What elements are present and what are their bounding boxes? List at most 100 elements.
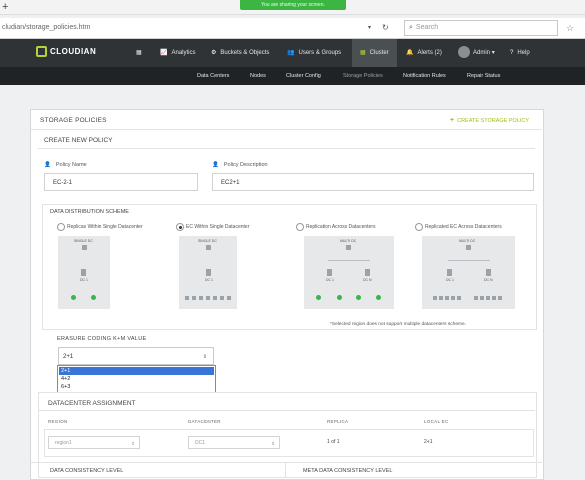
ec-fragment-icon: [457, 296, 461, 300]
radio-label-replication-across-dc[interactable]: Replication Across Datacenters: [306, 224, 375, 230]
grid-menu-icon[interactable]: ▦: [136, 39, 142, 67]
radio-replicated-ec-across-dc[interactable]: [415, 223, 423, 231]
diagram-label: DC N: [363, 278, 372, 282]
ec-fragment-icon: [227, 296, 231, 300]
replica-node-icon: [316, 295, 321, 300]
url-dropdown-icon[interactable]: ▾: [368, 21, 371, 35]
radio-replication-across-dc[interactable]: [296, 223, 304, 231]
policy-description-input[interactable]: EC2+1: [212, 173, 534, 191]
subnav-notification-rules[interactable]: Notification Rules: [403, 67, 446, 85]
diagram-ec-single-dc[interactable]: SINGLE DC DC 1: [179, 236, 237, 309]
subnav-storage-policies[interactable]: Storage Policies: [343, 67, 383, 85]
data-consistency-title: DATA CONSISTENCY LEVEL: [50, 468, 124, 474]
ec-option-2-1[interactable]: 2+1: [59, 367, 214, 375]
ec-fragment-icon: [185, 296, 189, 300]
radio-label-replicas-single-dc[interactable]: Replicas Within Single Datacenter: [67, 224, 143, 230]
nav-cluster[interactable]: ▦ Cluster: [352, 39, 397, 67]
policy-name-input[interactable]: EC-2-1: [44, 173, 198, 191]
diagram-label: SINGLE DC: [74, 239, 93, 243]
radio-label-ec-single-dc[interactable]: EC Within Single Datacenter: [186, 224, 249, 230]
column-header-replica: REPLICA: [327, 419, 349, 424]
column-header-local-ec: LOCAL EC: [424, 419, 449, 424]
replica-node-icon: [356, 295, 361, 300]
diagram-replication-across-dc[interactable]: MULTI DC DC 1 DC N: [304, 236, 394, 309]
ec-fragment-icon: [474, 296, 478, 300]
url-field[interactable]: cludian/storage_policies.htm: [2, 21, 400, 35]
server-rack-icon: [486, 269, 491, 276]
diagram-label: MULTI DC: [459, 239, 476, 243]
page-title: STORAGE POLICIES: [40, 117, 107, 124]
datacenter-select-value: DC1: [195, 440, 206, 446]
screen-share-banner: You are sharing your screen.: [240, 0, 346, 10]
replica-value: 1 of 1: [327, 439, 340, 445]
datacenter-select[interactable]: DC1 ⇕: [188, 436, 280, 449]
diagram-replicas-single-dc[interactable]: SINGLE DC DC 1: [58, 236, 110, 309]
ec-fragment-icon: [480, 296, 484, 300]
radio-ec-single-dc[interactable]: [176, 223, 184, 231]
search-placeholder: Search: [415, 24, 439, 31]
replica-node-icon: [91, 295, 96, 300]
reload-icon[interactable]: ↻: [382, 21, 389, 35]
erasure-coding-value: 2+1: [63, 354, 74, 360]
bookmark-star-icon[interactable]: ☆: [566, 21, 574, 35]
nav-alerts[interactable]: 🔔 Alerts (2): [406, 39, 442, 67]
browser-search-input[interactable]: ⌕ Search: [404, 20, 558, 36]
ec-fragment-icon: [486, 296, 490, 300]
nav-admin[interactable]: Admin ▾: [458, 39, 495, 67]
ec-fragment-icon: [433, 296, 437, 300]
ec-fragment-icon: [445, 296, 449, 300]
server-rack-icon: [327, 269, 332, 276]
subnav-nodes[interactable]: Nodes: [250, 67, 266, 85]
bell-icon: 🔔: [406, 50, 414, 56]
cloudian-logo[interactable]: CLOUDIAN: [36, 46, 96, 58]
replica-node-icon: [337, 295, 342, 300]
search-icon: ⌕: [409, 24, 413, 31]
nav-users[interactable]: 👥 Users & Groups: [287, 39, 341, 67]
connector-line: [328, 260, 370, 261]
nav-analytics[interactable]: 📈 Analytics: [160, 39, 196, 67]
diagram-replicated-ec-across-dc[interactable]: MULTI DC DC 1 DC N: [422, 236, 515, 309]
ec-fragment-icon: [498, 296, 502, 300]
nav-help[interactable]: ? Help: [510, 39, 530, 67]
ec-fragment-icon: [220, 296, 224, 300]
create-storage-policy-link[interactable]: + CREATE STORAGE POLICY: [450, 117, 529, 124]
policy-name-label: 👤 Policy Name: [44, 162, 87, 168]
nav-users-label: Users & Groups: [298, 50, 342, 56]
policy-name-label-text: Policy Name: [55, 162, 87, 168]
divider: [38, 148, 535, 149]
erasure-coding-select[interactable]: 2+1 ⇕: [58, 347, 214, 365]
new-tab-icon[interactable]: +: [2, 0, 8, 14]
radio-label-replicated-ec-across-dc[interactable]: Replicated EC Across Datacenters: [425, 224, 502, 230]
nav-admin-label: Admin: [473, 50, 491, 56]
region-select[interactable]: region1 ⇕: [48, 436, 140, 449]
ec-option-6-3[interactable]: 6+3: [59, 383, 214, 391]
section-title: CREATE NEW POLICY: [44, 137, 113, 144]
help-icon: ?: [510, 50, 514, 56]
ec-fragment-icon: [199, 296, 203, 300]
column-header-datacenter: DATACENTER: [188, 419, 221, 424]
region-select-value: region1: [55, 440, 72, 446]
diagram-label: DC 1: [446, 278, 454, 282]
diagram-label: DC 1: [80, 278, 88, 282]
nav-cluster-label: Cluster: [369, 50, 389, 56]
policy-description-label-text: Policy Description: [223, 162, 268, 168]
connector-line: [448, 260, 490, 261]
nav-buckets-label: Buckets & Objects: [220, 50, 270, 56]
nav-buckets[interactable]: ⚙ Buckets & Objects: [211, 39, 269, 67]
ec-option-4-2[interactable]: 4+2: [59, 375, 214, 383]
logo-mark-icon: [36, 46, 47, 58]
radio-replicas-single-dc[interactable]: [57, 223, 65, 231]
subnav-data-centers[interactable]: Data Centers: [197, 67, 229, 85]
local-ec-value: 2+1: [424, 439, 433, 445]
plus-icon: +: [450, 117, 455, 124]
ec-fragment-icon: [492, 296, 496, 300]
erasure-coding-label: ERASURE CODING K+M VALUE: [57, 336, 147, 342]
subnav-repair-status[interactable]: Repair Status: [467, 67, 500, 85]
ec-fragment-icon: [206, 296, 210, 300]
nav-alerts-label: Alerts (2): [417, 50, 442, 56]
logo-text: CLOUDIAN: [50, 47, 97, 56]
client-icon: [346, 245, 351, 250]
diagram-label: DC 1: [326, 278, 334, 282]
select-arrows-icon: ⇕: [271, 441, 275, 446]
subnav-cluster-config[interactable]: Cluster Config: [286, 67, 321, 85]
